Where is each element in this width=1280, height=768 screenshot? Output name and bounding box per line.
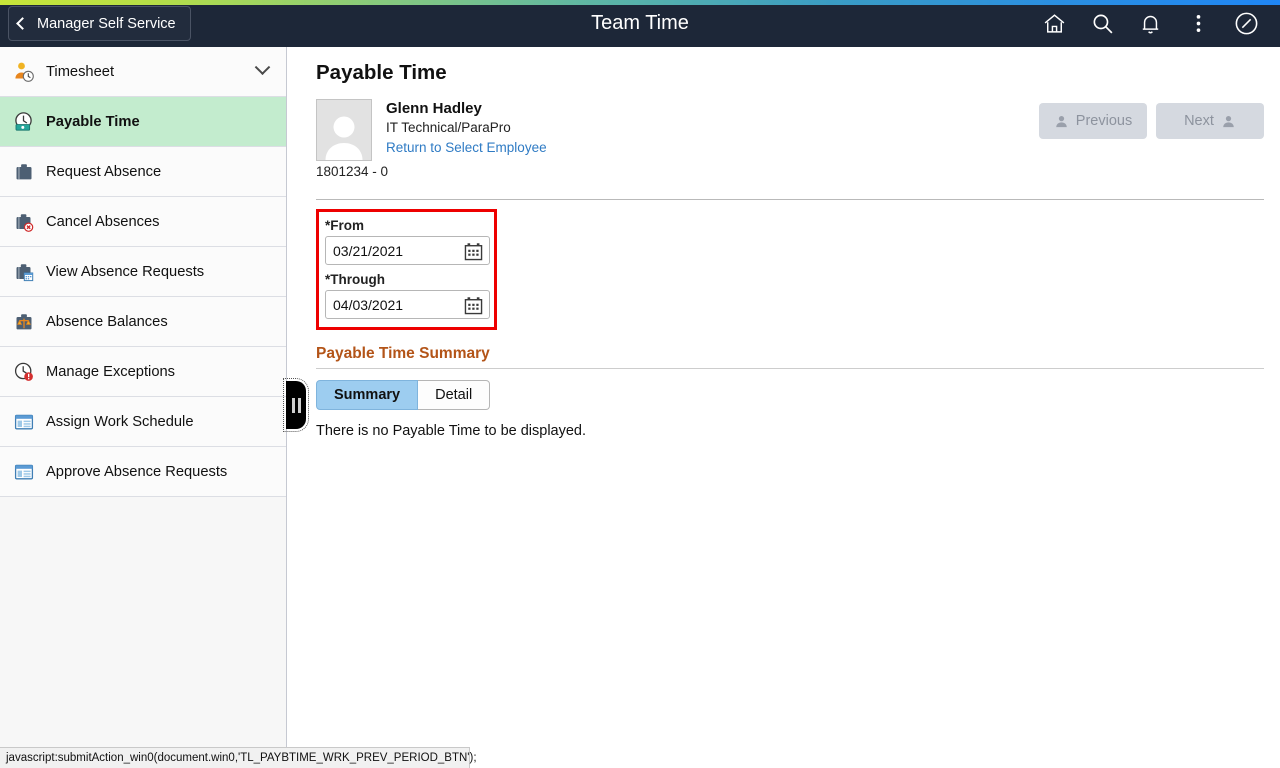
sidebar-item-request-absence[interactable]: Request Absence [0, 147, 286, 197]
back-button-label: Manager Self Service [37, 15, 176, 32]
app-header: Manager Self Service Team Time [0, 0, 1280, 47]
from-date-field[interactable] [325, 236, 490, 265]
back-chevron-icon [16, 17, 29, 30]
empty-state-message: There is no Payable Time to be displayed… [316, 423, 587, 439]
summary-detail-toggle: Summary Detail [316, 380, 1264, 410]
sidebar-item-label: Timesheet [46, 63, 115, 80]
employee-navigation-buttons: Previous Next [1039, 103, 1264, 139]
top-accent-gradient-bar [0, 0, 1280, 5]
back-to-manager-self-service-button[interactable]: Manager Self Service [8, 6, 191, 41]
window-schedule-icon [11, 409, 37, 435]
sidebar-item-label: Assign Work Schedule [46, 413, 194, 430]
collapse-handle-bar [291, 397, 295, 413]
through-date-input[interactable] [326, 296, 452, 313]
sidebar-item-absence-balances[interactable]: Absence Balances [0, 297, 286, 347]
next-employee-button[interactable]: Next [1156, 103, 1264, 139]
sidebar-item-assign-work-schedule[interactable]: Assign Work Schedule [0, 397, 286, 447]
notifications-bell-icon[interactable] [1128, 2, 1172, 46]
browser-status-bar: javascript:submitAction_win0(document.wi… [0, 747, 477, 768]
employee-details: Glenn Hadley IT Technical/ParaPro Return… [386, 99, 547, 158]
briefcase-icon [11, 159, 37, 185]
window-schedule-icon [11, 459, 37, 485]
through-date-field[interactable] [325, 290, 490, 319]
page-title: Payable Time [316, 61, 447, 84]
person-icon [1056, 115, 1067, 127]
employee-header: Glenn Hadley IT Technical/ParaPro Return… [316, 99, 1264, 161]
next-button-label: Next [1184, 113, 1214, 129]
from-field-label: *From [325, 218, 365, 233]
from-calendar-icon[interactable] [463, 241, 484, 262]
sidebar-item-label: Cancel Absences [46, 213, 160, 230]
briefcase-scales-icon [11, 309, 37, 335]
sidebar-item-label: Request Absence [46, 163, 162, 180]
sidebar-item-approve-absence-requests[interactable]: Approve Absence Requests [0, 447, 286, 497]
sidebar-item-label: Manage Exceptions [46, 363, 176, 380]
person-icon [1223, 115, 1234, 127]
header-icon-group [1032, 0, 1268, 47]
content-divider [316, 199, 1264, 200]
sidebar-item-payable-time[interactable]: Payable Time [0, 97, 286, 147]
return-to-select-employee-link[interactable]: Return to Select Employee [386, 137, 547, 158]
sidebar-item-view-absence-requests[interactable]: View Absence Requests [0, 247, 286, 297]
sidebar-collapse-handle[interactable] [283, 378, 309, 432]
sidebar-item-manage-exceptions[interactable]: Manage Exceptions [0, 347, 286, 397]
sidebar-item-label: Payable Time [46, 113, 140, 130]
actions-menu-icon[interactable] [1176, 2, 1220, 46]
date-range-filter: *From *Through [316, 209, 497, 330]
home-icon[interactable] [1032, 2, 1076, 46]
briefcase-calendar-icon [11, 259, 37, 285]
collapse-handle-bar [297, 397, 301, 413]
section-divider [316, 368, 1264, 369]
previous-button-label: Previous [1075, 113, 1133, 129]
chevron-down-icon[interactable] [254, 59, 271, 76]
tab-summary[interactable]: Summary [316, 380, 419, 410]
person-clock-icon [11, 59, 37, 85]
briefcase-cancel-icon [11, 209, 37, 235]
search-icon[interactable] [1080, 2, 1124, 46]
through-calendar-icon[interactable] [463, 295, 484, 316]
employee-job-title: IT Technical/ParaPro [386, 120, 511, 135]
previous-employee-button[interactable]: Previous [1039, 103, 1147, 139]
from-date-input[interactable] [326, 242, 452, 259]
payable-time-summary-heading: Payable Time Summary [316, 345, 490, 362]
sidebar-item-label: Approve Absence Requests [46, 463, 228, 480]
employee-id: 1801234 - 0 [316, 164, 389, 179]
through-field-label: *Through [325, 272, 385, 287]
sidebar-item-timesheet[interactable]: Timesheet [0, 47, 286, 97]
avatar [316, 99, 372, 161]
clock-money-icon [11, 109, 37, 135]
main-content: Payable Time Glenn Hadley IT Technical/P… [287, 47, 1280, 747]
clock-alert-icon [11, 359, 37, 385]
navigator-compass-icon[interactable] [1224, 2, 1268, 46]
sidebar-item-label: View Absence Requests [46, 263, 205, 280]
navigation-sidebar: Timesheet Payable Time Request Absence C… [0, 47, 287, 768]
employee-name: Glenn Hadley [386, 100, 482, 117]
sidebar-item-label: Absence Balances [46, 313, 168, 330]
tab-detail[interactable]: Detail [418, 380, 491, 410]
sidebar-item-cancel-absences[interactable]: Cancel Absences [0, 197, 286, 247]
